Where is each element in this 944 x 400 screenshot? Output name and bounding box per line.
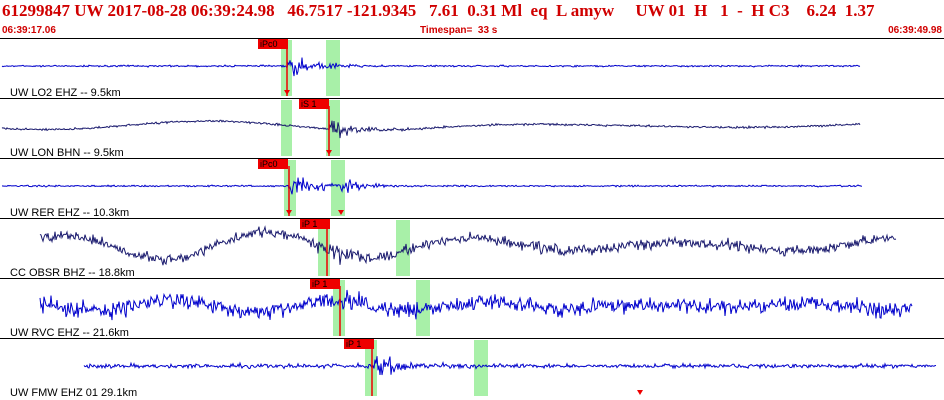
waveform bbox=[39, 289, 913, 321]
trace-label-rvc: UW RVC EHZ -- 21.6km bbox=[10, 327, 129, 339]
time-window-band bbox=[326, 40, 340, 96]
waveform bbox=[1, 57, 861, 77]
phase-pick-label: iS 1 bbox=[301, 99, 317, 109]
seismogram-panel[interactable]: iPc0 iS 1 iPc0 iP 1 iP 1 iP 1 UW LO2 EHZ… bbox=[0, 38, 944, 400]
phase-pick-label: iP 1 bbox=[302, 219, 317, 229]
arrival-marker-icon bbox=[637, 390, 643, 395]
phase-pick-label: iPc0 bbox=[260, 159, 278, 169]
trace-label-rer: UW RER EHZ -- 10.3km bbox=[10, 207, 129, 219]
phase-pick-label: iPc0 bbox=[260, 39, 278, 49]
trace-panel-fmw[interactable]: iP 1 bbox=[83, 339, 937, 396]
phase-pick-label: iP 1 bbox=[312, 279, 327, 289]
waveform bbox=[1, 119, 861, 139]
time-window-band bbox=[281, 100, 292, 156]
trace-label-obsr: CC OBSR BHZ -- 18.8km bbox=[10, 267, 135, 279]
timespan-label: Timespan= 33 s bbox=[420, 25, 498, 36]
trace-panel-obsr[interactable]: iP 1 bbox=[39, 219, 897, 276]
trace-panel-lon[interactable]: iS 1 bbox=[1, 99, 861, 156]
trace-panel-lo2[interactable]: iPc0 bbox=[1, 39, 861, 96]
start-time: 06:39:17.06 bbox=[2, 25, 56, 36]
trace-panel-rer[interactable]: iPc0 bbox=[1, 159, 863, 216]
time-window-band bbox=[396, 220, 410, 276]
trace-label-lo2: UW LO2 EHZ -- 9.5km bbox=[10, 87, 121, 99]
waveform bbox=[1, 177, 863, 195]
phase-pick-label: iP 1 bbox=[346, 339, 361, 349]
waveform bbox=[39, 225, 897, 266]
end-time: 06:39:49.98 bbox=[888, 25, 942, 36]
event-info-line: 61299847 UW 2017-08-28 06:39:24.98 46.75… bbox=[2, 1, 875, 20]
trace-label-fmw: UW FMW EHZ 01 29.1km bbox=[10, 387, 137, 399]
trace-panel-rvc[interactable]: iP 1 bbox=[39, 279, 913, 336]
trace-label-lon: UW LON BHN -- 9.5km bbox=[10, 147, 124, 159]
waveform bbox=[83, 356, 937, 376]
event-header: 61299847 UW 2017-08-28 06:39:24.98 46.75… bbox=[0, 0, 944, 38]
